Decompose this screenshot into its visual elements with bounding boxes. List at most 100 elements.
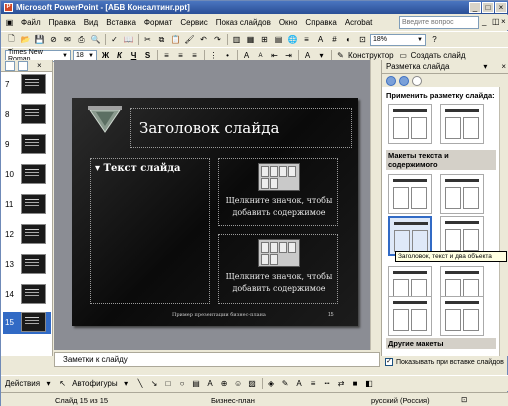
slide-thumbnail[interactable]: 12 xyxy=(3,224,51,246)
chevron-down-icon[interactable]: ▾ xyxy=(120,378,133,390)
oval-icon[interactable]: ○ xyxy=(176,378,189,390)
show-on-insert-checkbox[interactable]: ✓ xyxy=(385,358,393,366)
close-icon[interactable]: × xyxy=(501,62,506,71)
redo-icon[interactable]: ↷ xyxy=(211,34,224,46)
picture-icon[interactable]: ▨ xyxy=(246,378,259,390)
slide-scrollbar[interactable] xyxy=(370,60,380,350)
autoshapes-menu[interactable]: Автофигуры xyxy=(72,379,118,388)
preview-icon[interactable]: 🔍 xyxy=(89,34,102,46)
menu-format[interactable]: Формат xyxy=(140,18,176,27)
document-icon[interactable]: ▣ xyxy=(3,17,16,29)
copy-icon[interactable]: ⧉ xyxy=(155,34,168,46)
close-button[interactable]: × xyxy=(495,2,507,13)
undo-icon[interactable]: ↶ xyxy=(197,34,210,46)
home-icon[interactable] xyxy=(412,75,422,86)
help-icon[interactable]: ? xyxy=(428,34,441,46)
arrow-icon[interactable]: ↘ xyxy=(148,378,161,390)
rectangle-icon[interactable]: □ xyxy=(162,378,175,390)
clipart-icon[interactable] xyxy=(279,242,287,253)
dash-style-icon[interactable]: ┅ xyxy=(321,378,334,390)
tab-slides[interactable] xyxy=(18,60,28,71)
slide-thumbnail[interactable]: 14 xyxy=(3,284,51,306)
layout-thumbnail[interactable] xyxy=(440,296,484,336)
picture-icon[interactable] xyxy=(288,166,296,177)
task-pane-scrollbar[interactable] xyxy=(499,87,508,356)
slide-thumbnail[interactable]: 8 xyxy=(3,104,51,126)
insert-content-icons[interactable] xyxy=(258,163,300,191)
menu-slideshow[interactable]: Показ слайдов xyxy=(212,18,275,27)
media-icon[interactable] xyxy=(270,254,278,265)
maximize-button[interactable]: □ xyxy=(482,2,494,13)
menu-window[interactable]: Окно xyxy=(275,18,302,27)
cut-icon[interactable]: ✂ xyxy=(141,34,154,46)
grid-icon[interactable]: # xyxy=(328,34,341,46)
zoom-select[interactable]: 18% ▼ xyxy=(370,33,426,46)
fill-color-icon[interactable]: ◈ xyxy=(265,378,278,390)
spelling-icon[interactable]: ✓ xyxy=(108,34,121,46)
wordart-icon[interactable]: A xyxy=(204,378,217,390)
format-painter-icon[interactable]: 🖌 xyxy=(183,34,196,46)
line-icon[interactable]: ╲ xyxy=(134,378,147,390)
permission-icon[interactable]: ⊘ xyxy=(47,34,60,46)
slide-thumbnail[interactable]: 10 xyxy=(3,164,51,186)
menu-acrobat[interactable]: Acrobat xyxy=(341,18,377,27)
3d-style-icon[interactable]: ◧ xyxy=(363,378,376,390)
textbox-icon[interactable]: ▤ xyxy=(190,378,203,390)
chevron-down-icon[interactable]: ▾ xyxy=(483,62,487,71)
slide-thumbnail[interactable]: 7 xyxy=(3,74,51,96)
layout-thumbnail[interactable] xyxy=(440,216,484,256)
print-icon[interactable]: ⎙ xyxy=(75,34,88,46)
chart-icon[interactable] xyxy=(270,166,278,177)
research-icon[interactable]: 📖 xyxy=(122,34,135,46)
menu-insert[interactable]: Вставка xyxy=(102,18,140,27)
layout-thumbnail[interactable] xyxy=(388,104,432,144)
chevron-down-icon[interactable]: ▾ xyxy=(42,378,55,390)
menu-help[interactable]: Справка xyxy=(301,18,340,27)
tables-borders-icon[interactable]: ⊞ xyxy=(258,34,271,46)
layout-thumbnail[interactable] xyxy=(440,104,484,144)
show-formatting-icon[interactable]: A xyxy=(314,34,327,46)
chart-icon[interactable]: ▥ xyxy=(230,34,243,46)
doc-minimize-button[interactable]: _ xyxy=(482,17,486,26)
clipart-icon[interactable]: ☺ xyxy=(232,378,245,390)
save-icon[interactable]: 💾 xyxy=(33,34,46,46)
text-placeholder[interactable]: ▾ Текст слайда xyxy=(90,158,210,304)
insert-content-icons[interactable] xyxy=(258,239,300,267)
diagram-icon[interactable]: ⊕ xyxy=(218,378,231,390)
chart-icon[interactable] xyxy=(270,242,278,253)
slide-thumbnail[interactable]: 13 xyxy=(3,254,51,276)
line-color-icon[interactable]: ✎ xyxy=(279,378,292,390)
menu-edit[interactable]: Правка xyxy=(45,18,80,27)
insert-chart-icon[interactable]: ▤ xyxy=(272,34,285,46)
paste-icon[interactable]: 📋 xyxy=(169,34,182,46)
back-icon[interactable] xyxy=(386,75,396,86)
new-slide-button[interactable]: Создать слайд xyxy=(411,51,466,60)
minimize-button[interactable]: _ xyxy=(469,2,481,13)
doc-close-button[interactable]: × xyxy=(501,17,506,26)
tab-outline[interactable] xyxy=(5,60,15,71)
zoom-icon[interactable]: ⊡ xyxy=(356,34,369,46)
layout-thumbnail[interactable] xyxy=(388,174,432,214)
close-icon[interactable]: × xyxy=(37,61,42,70)
diagram-icon[interactable] xyxy=(261,254,269,265)
forward-icon[interactable] xyxy=(399,75,409,86)
new-icon[interactable]: 🗋 xyxy=(5,34,18,46)
shadow-style-icon[interactable]: ■ xyxy=(349,378,362,390)
help-search-input[interactable] xyxy=(399,16,479,29)
content-placeholder-bottom[interactable]: Щелкните значок, чтобы добавить содержим… xyxy=(218,234,338,304)
menu-view[interactable]: Вид xyxy=(80,18,102,27)
doc-restore-button[interactable]: ◫ xyxy=(492,17,500,26)
actions-menu[interactable]: Действия xyxy=(5,379,40,388)
expand-icon[interactable]: ≡ xyxy=(300,34,313,46)
slide-thumbnail[interactable]: 9 xyxy=(3,134,51,156)
menu-file[interactable]: Файл xyxy=(17,18,45,27)
arrow-style-icon[interactable]: ⇄ xyxy=(335,378,348,390)
title-placeholder[interactable]: Заголовок слайда xyxy=(130,108,352,148)
table-icon[interactable]: ▦ xyxy=(244,34,257,46)
open-icon[interactable]: 📂 xyxy=(19,34,32,46)
layout-thumbnail[interactable] xyxy=(440,174,484,214)
slide-thumbnail[interactable]: 11 xyxy=(3,194,51,216)
media-icon[interactable] xyxy=(270,178,278,189)
designer-button[interactable]: Конструктор xyxy=(348,51,394,60)
color-icon[interactable]: ◐ xyxy=(342,34,355,46)
